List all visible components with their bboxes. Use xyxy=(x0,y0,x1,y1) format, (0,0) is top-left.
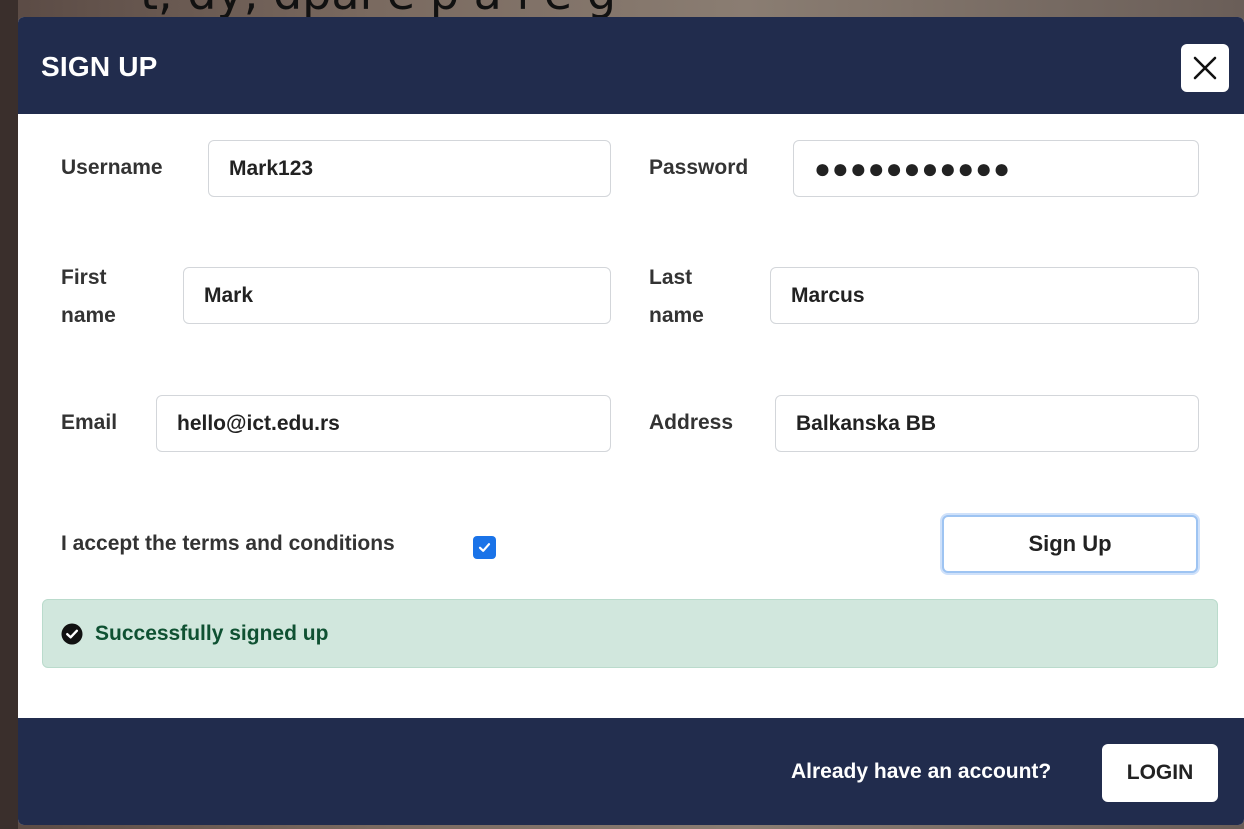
terms-checkbox[interactable] xyxy=(473,536,496,559)
last-name-label-line2: name xyxy=(649,304,704,327)
first-name-label-line1: First xyxy=(61,266,107,289)
username-input[interactable] xyxy=(208,140,611,197)
last-name-label-line1: Last xyxy=(649,266,693,289)
signup-modal: SIGN UP Username Password First name Las… xyxy=(18,17,1244,825)
address-input[interactable] xyxy=(775,395,1199,452)
modal-footer: Already have an account? LOGIN xyxy=(18,718,1244,825)
close-button[interactable] xyxy=(1181,44,1229,92)
username-label: Username xyxy=(61,156,163,179)
address-label: Address xyxy=(649,411,734,434)
sign-up-button[interactable]: Sign Up xyxy=(942,515,1198,573)
first-name-input[interactable] xyxy=(183,267,611,324)
close-icon xyxy=(1193,56,1217,80)
terms-label: I accept the terms and conditions xyxy=(61,532,395,555)
email-input[interactable] xyxy=(156,395,611,452)
alert-message: Successfully signed up xyxy=(95,621,329,645)
checkmark-icon xyxy=(478,543,491,552)
email-label: Email xyxy=(61,411,118,434)
last-name-input[interactable] xyxy=(770,267,1199,324)
success-alert: Successfully signed up xyxy=(42,599,1218,668)
password-label: Password xyxy=(649,156,749,179)
modal-header: SIGN UP xyxy=(18,17,1244,114)
password-input[interactable] xyxy=(793,140,1199,197)
login-button[interactable]: LOGIN xyxy=(1102,744,1218,802)
background-edge xyxy=(0,0,18,829)
check-circle-icon xyxy=(61,623,83,644)
login-prompt: Already have an account? xyxy=(791,760,1052,783)
modal-title: SIGN UP xyxy=(41,51,158,82)
first-name-label-line2: name xyxy=(61,304,116,327)
